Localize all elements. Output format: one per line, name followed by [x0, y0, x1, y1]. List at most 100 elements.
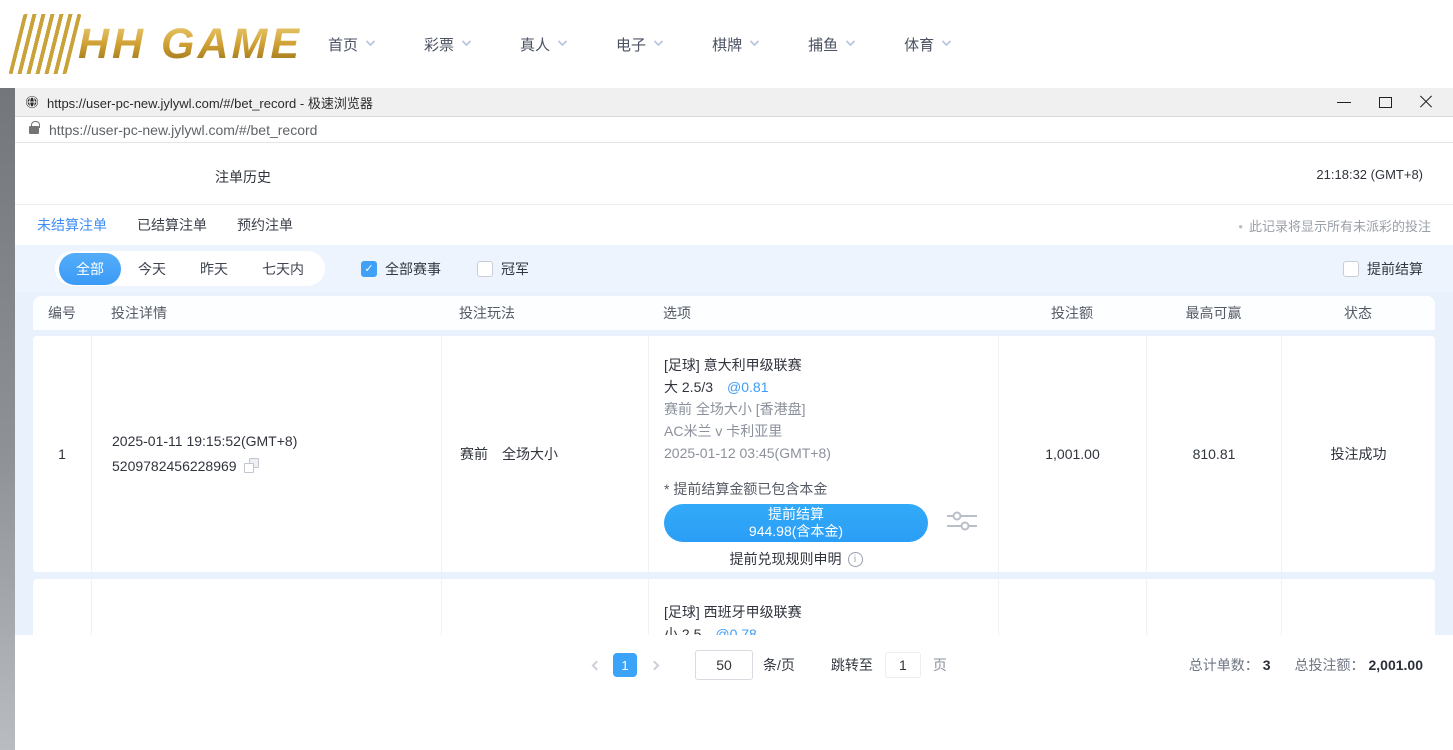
- checkbox-checked-icon: [361, 261, 377, 277]
- browser-window: https://user-pc-new.jylywl.com/#/bet_rec…: [15, 88, 1453, 750]
- page-title: 注单历史: [215, 167, 271, 187]
- cashout-button[interactable]: 提前结算 944.98(含本金): [664, 504, 928, 542]
- nav-item-cards[interactable]: 棋牌: [712, 34, 758, 55]
- play-market: 全场大小: [502, 444, 558, 464]
- unsettled-note: 此记录将显示所有未派彩的投注: [1238, 216, 1431, 235]
- nav-item-home[interactable]: 首页: [328, 34, 374, 55]
- option-cell: [足球] 意大利甲级联赛 大 2.5/3@0.81 赛前 全场大小 [香港盘] …: [648, 336, 998, 572]
- prev-page-icon[interactable]: [583, 653, 609, 677]
- bet-time: 2025-01-11 19:15:52(GMT+8): [112, 429, 441, 454]
- minimize-button[interactable]: [1337, 95, 1351, 109]
- bet-id: 5209782456228969: [112, 458, 237, 474]
- tabs-row: 未结算注单 已结算注单 预约注单 此记录将显示所有未派彩的投注: [15, 205, 1453, 245]
- page-1-button[interactable]: 1: [613, 653, 637, 677]
- address-bar[interactable]: https://user-pc-new.jylywl.com/#/bet_rec…: [15, 117, 1453, 143]
- maximize-button[interactable]: [1378, 95, 1392, 109]
- play-type-cell: 赛前全场大小: [441, 336, 648, 572]
- filter-all-button[interactable]: 全部: [59, 253, 121, 285]
- jump-page-input[interactable]: [885, 652, 921, 678]
- window-title: https://user-pc-new.jylywl.com/#/bet_rec…: [47, 93, 373, 112]
- nav-item-live[interactable]: 真人: [520, 34, 566, 55]
- chevron-down-icon: [654, 37, 664, 47]
- match-teams: AC米兰 v 卡利亚里: [664, 420, 998, 442]
- background-page-edge: [0, 88, 15, 750]
- per-page-label: 条/页: [763, 655, 795, 675]
- max-win: 810.81: [1146, 336, 1281, 572]
- lock-icon: [29, 126, 39, 134]
- browser-title-bar: https://user-pc-new.jylywl.com/#/bet_rec…: [15, 88, 1453, 117]
- main-nav: 首页 彩票 真人 电子 棋牌 捕鱼 体育: [328, 0, 950, 88]
- chevron-down-icon: [366, 37, 376, 47]
- checkbox-unchecked-icon: [477, 261, 493, 277]
- header-no: 编号: [33, 303, 91, 323]
- chevron-down-icon: [558, 37, 568, 47]
- champion-checkbox[interactable]: 冠军: [477, 259, 529, 279]
- pager: 1 条/页 跳转至 页: [583, 650, 947, 680]
- header-option: 选项: [648, 303, 998, 323]
- market-info: 赛前 全场大小 [香港盘]: [664, 398, 998, 420]
- chevron-down-icon: [942, 37, 952, 47]
- header-amount: 投注额: [998, 303, 1146, 323]
- next-page-icon[interactable]: [641, 653, 667, 677]
- totals: 总计单数：3 总投注额：2,001.00: [1189, 635, 1423, 695]
- sliders-icon[interactable]: [944, 507, 980, 535]
- info-icon: [848, 552, 863, 567]
- total-count-label: 总计单数：: [1189, 657, 1259, 673]
- tab-reserved[interactable]: 预约注单: [237, 215, 293, 235]
- filter-7days-button[interactable]: 七天内: [245, 253, 321, 285]
- nav-item-fishing[interactable]: 捕鱼: [808, 34, 854, 55]
- header-status: 状态: [1281, 303, 1435, 323]
- filter-yesterday-button[interactable]: 昨天: [183, 253, 245, 285]
- bet-details-cell: 2025-01-11 19:15:52(GMT+8) 5209782456228…: [91, 336, 441, 572]
- page-unit-label: 页: [933, 655, 947, 675]
- total-amount-value: 2,001.00: [1369, 657, 1424, 673]
- league: [足球] 意大利甲级联赛: [664, 354, 998, 376]
- window-controls: [1337, 95, 1443, 109]
- total-amount-label: 总投注额：: [1295, 657, 1365, 673]
- bet-amount: 1,001.00: [998, 336, 1146, 572]
- cashout-note: * 提前结算金额已包含本金: [664, 478, 998, 500]
- site-logo[interactable]: HH GAME: [16, 10, 302, 78]
- chevron-down-icon: [462, 37, 472, 47]
- header-max-win: 最高可赢: [1146, 303, 1281, 323]
- nav-item-sports[interactable]: 体育: [904, 34, 950, 55]
- logo-bars-icon: [9, 14, 82, 74]
- header-details: 投注详情: [91, 303, 441, 323]
- header-play-type: 投注玩法: [441, 303, 648, 323]
- checkbox-unchecked-icon: [1343, 261, 1359, 277]
- bet-record-page: 注单历史 21:18:32 (GMT+8) 未结算注单 已结算注单 预约注单 此…: [15, 143, 1453, 695]
- filter-today-button[interactable]: 今天: [121, 253, 183, 285]
- nav-item-slots[interactable]: 电子: [616, 34, 662, 55]
- nav-item-lottery[interactable]: 彩票: [424, 34, 470, 55]
- date-filter-group: 全部 今天 昨天 七天内: [55, 251, 325, 286]
- close-button[interactable]: [1419, 95, 1433, 109]
- current-time: 21:18:32 (GMT+8): [1316, 167, 1423, 182]
- table-header-row: 编号 投注详情 投注玩法 选项 投注额 最高可赢 状态: [33, 296, 1435, 330]
- league: [足球] 西班牙甲级联赛: [664, 601, 998, 623]
- filter-bar: 全部 今天 昨天 七天内 全部赛事 冠军 提前结算: [15, 245, 1453, 292]
- globe-icon: [25, 95, 39, 109]
- chevron-down-icon: [846, 37, 856, 47]
- table-row: 1 2025-01-11 19:15:52(GMT+8) 52097824562…: [33, 336, 1435, 572]
- tab-settled[interactable]: 已结算注单: [137, 215, 207, 235]
- url-text: https://user-pc-new.jylywl.com/#/bet_rec…: [49, 122, 317, 138]
- play-phase: 赛前: [460, 444, 488, 464]
- tab-unsettled[interactable]: 未结算注单: [37, 215, 107, 235]
- bet-status: 投注成功: [1281, 336, 1435, 572]
- site-header: HH GAME 首页 彩票 真人 电子 棋牌 捕鱼 体育: [0, 0, 1453, 88]
- logo-text: HH GAME: [78, 20, 302, 69]
- pagination-bar: 1 条/页 跳转至 页 总计单数：3 总投注额：2,001.00: [15, 635, 1453, 695]
- all-events-checkbox[interactable]: 全部赛事: [361, 259, 441, 279]
- page-size-input[interactable]: [695, 650, 753, 680]
- odds: @0.81: [727, 379, 768, 395]
- jump-to-label: 跳转至: [831, 655, 873, 675]
- copy-icon[interactable]: [244, 458, 259, 473]
- selection: 大 2.5/3: [664, 379, 713, 395]
- cashout-rules-link[interactable]: 提前兑现规则申明: [664, 549, 928, 569]
- row-number: 1: [33, 336, 91, 572]
- chevron-down-icon: [750, 37, 760, 47]
- early-settle-checkbox[interactable]: 提前结算: [1343, 259, 1423, 279]
- total-count-value: 3: [1263, 657, 1271, 673]
- page-header: 注单历史 21:18:32 (GMT+8): [15, 143, 1453, 205]
- match-time: 2025-01-12 03:45(GMT+8): [664, 442, 998, 464]
